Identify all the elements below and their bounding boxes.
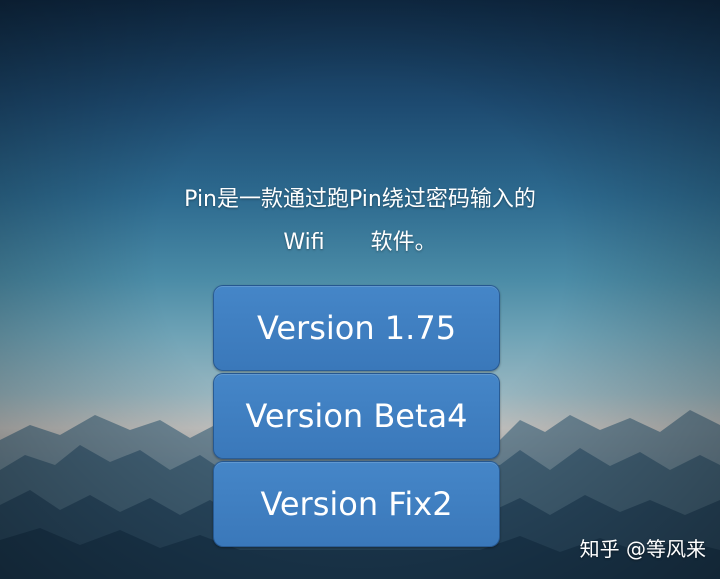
zhihu-watermark: 知乎 @等风来: [579, 537, 706, 561]
version-beta4-button[interactable]: Version Beta4: [213, 373, 500, 459]
version-fix2-button[interactable]: Version Fix2: [213, 461, 500, 547]
description-software-text: 软件。: [370, 230, 437, 255]
app-description-line1: Pin是一款通过跑Pin绕过密码输入的: [184, 187, 536, 212]
description-wifi-text: Wifi: [283, 230, 325, 255]
app-description-line2: Wifi 软件。: [0, 223, 720, 263]
version-1-75-button[interactable]: Version 1.75: [213, 285, 500, 371]
